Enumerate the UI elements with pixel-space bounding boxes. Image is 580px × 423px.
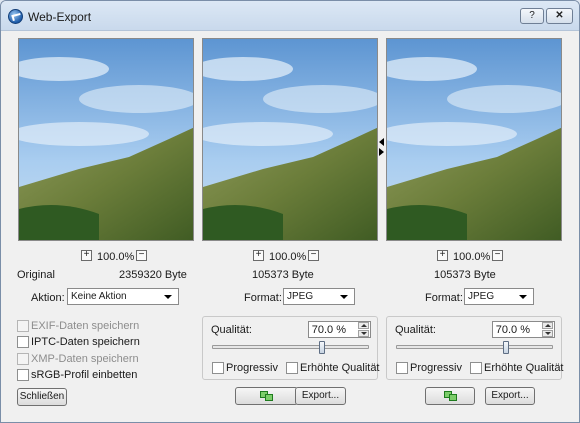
minus-icon[interactable]: − xyxy=(492,250,503,261)
format-select-2-value: JPEG xyxy=(468,291,495,302)
title-bar[interactable]: Web-Export ? ✕ xyxy=(1,1,579,31)
quality-value: 70.0 % xyxy=(311,324,346,336)
zoom-value: 100.0% xyxy=(97,251,135,263)
checkbox-box xyxy=(396,362,408,374)
quality-label: Qualität: xyxy=(395,324,436,336)
zoom-control-export-1: + 100.0% − xyxy=(253,250,323,264)
format-select-1-value: JPEG xyxy=(287,291,314,302)
quality-slider-track-1[interactable] xyxy=(212,345,369,349)
close-button[interactable]: Schließen xyxy=(17,388,67,406)
plus-icon[interactable]: + xyxy=(81,250,92,261)
spin-up-icon[interactable] xyxy=(358,322,369,329)
file-size-export-1: 105373 Byte xyxy=(252,269,314,281)
checkbox-label: Erhöhte Qualität xyxy=(300,362,380,374)
checkbox-label: Erhöhte Qualität xyxy=(484,362,564,374)
quality-group-2: Qualität: 70.0 % Progressiv Erhöhte Qual… xyxy=(386,316,564,380)
plus-icon[interactable]: + xyxy=(253,250,264,261)
format-label-1: Format: xyxy=(244,292,282,304)
minus-icon[interactable]: − xyxy=(136,250,147,261)
quality-label: Qualität: xyxy=(211,324,252,336)
format-select-2[interactable]: JPEG xyxy=(464,288,534,305)
web-export-window: Web-Export ? ✕ + 100.0% − + 100.0% − + 1… xyxy=(0,0,580,423)
checkbox-box xyxy=(17,369,29,381)
zoom-control-export-2: + 100.0% − xyxy=(437,250,507,264)
checkbox-box xyxy=(286,362,298,374)
close-window-button[interactable]: ✕ xyxy=(546,8,573,24)
chevron-down-icon xyxy=(519,295,527,299)
copy-settings-button-1[interactable] xyxy=(235,387,298,405)
preview-export-1-image xyxy=(203,39,377,240)
copy-settings-icon xyxy=(260,391,274,402)
copy-settings-button-2[interactable] xyxy=(425,387,475,405)
spin-down-icon[interactable] xyxy=(542,330,553,337)
export-button-2[interactable]: Export... xyxy=(485,387,535,405)
quality-input-2[interactable]: 70.0 % xyxy=(492,321,555,338)
splitter-arrows-icon[interactable] xyxy=(379,136,384,158)
action-select-value: Keine Aktion xyxy=(71,291,127,302)
web-export-app-icon xyxy=(8,9,23,24)
format-select-1[interactable]: JPEG xyxy=(283,288,355,305)
checkbox-box xyxy=(470,362,482,374)
quality-value: 70.0 % xyxy=(495,324,530,336)
chevron-down-icon xyxy=(164,295,172,299)
window-title: Web-Export xyxy=(28,10,92,24)
plus-icon[interactable]: + xyxy=(437,250,448,261)
quality-slider-thumb-2[interactable] xyxy=(503,341,509,354)
minus-icon[interactable]: − xyxy=(308,250,319,261)
copy-settings-icon xyxy=(444,391,458,402)
checkbox-label: IPTC-Daten speichern xyxy=(31,336,140,348)
action-select[interactable]: Keine Aktion xyxy=(67,288,179,305)
quality-group-1: Qualität: 70.0 % Progressiv Erhöhte Qual… xyxy=(202,316,380,380)
checkbox-box xyxy=(17,336,29,348)
quality-slider-track-2[interactable] xyxy=(396,345,553,349)
checkbox-box xyxy=(17,353,29,365)
export-button-1[interactable]: Export... xyxy=(295,387,346,405)
checkbox-label: sRGB-Profil einbetten xyxy=(31,369,138,381)
chevron-down-icon xyxy=(340,295,348,299)
preview-original[interactable] xyxy=(18,38,194,241)
checkbox-label: Progressiv xyxy=(226,362,278,374)
checkbox-label: Progressiv xyxy=(410,362,462,374)
quality-input-1[interactable]: 70.0 % xyxy=(308,321,371,338)
original-label: Original xyxy=(17,269,55,281)
checkbox-label: EXIF-Daten speichern xyxy=(31,320,140,332)
checkbox-label: XMP-Daten speichern xyxy=(31,353,139,365)
file-size-original: 2359320 Byte xyxy=(119,269,187,281)
preview-original-image xyxy=(19,39,193,240)
checkbox-box xyxy=(17,320,29,332)
checkbox-box xyxy=(212,362,224,374)
quality-slider-thumb-1[interactable] xyxy=(319,341,325,354)
zoom-value: 100.0% xyxy=(269,251,307,263)
dialog-content: + 100.0% − + 100.0% − + 100.0% − Origina… xyxy=(8,32,572,417)
spin-up-icon[interactable] xyxy=(542,322,553,329)
help-button[interactable]: ? xyxy=(520,8,544,24)
spin-down-icon[interactable] xyxy=(358,330,369,337)
zoom-control-original: + 100.0% − xyxy=(81,250,151,264)
zoom-value: 100.0% xyxy=(453,251,491,263)
action-label: Aktion: xyxy=(31,292,65,304)
preview-export-1[interactable] xyxy=(202,38,378,241)
format-label-2: Format: xyxy=(425,292,463,304)
preview-export-2[interactable] xyxy=(386,38,562,241)
preview-export-2-image xyxy=(387,39,561,240)
file-size-export-2: 105373 Byte xyxy=(434,269,496,281)
